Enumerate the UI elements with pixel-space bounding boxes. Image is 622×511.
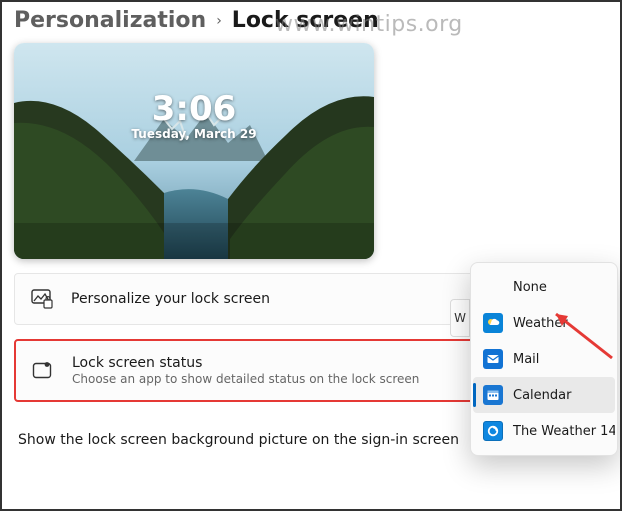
calendar-icon	[483, 385, 503, 405]
flyout-item-label: Mail	[513, 352, 539, 367]
lockscreen-preview: 3:06 Tuesday, March 29	[14, 43, 374, 259]
status-frame-icon	[32, 360, 54, 382]
status-app-selector-peek[interactable]: W	[450, 299, 470, 337]
flyout-item-none[interactable]: None	[473, 269, 615, 305]
preview-time: 3:06	[14, 89, 374, 129]
flyout-item-mail[interactable]: Mail	[473, 341, 615, 377]
picture-lock-icon	[31, 288, 53, 310]
blank-icon	[483, 277, 503, 297]
status-app-flyout[interactable]: None Weather Mail Calendar The Weather 1…	[470, 262, 618, 456]
breadcrumb-parent[interactable]: Personalization	[14, 8, 206, 33]
mail-icon	[483, 349, 503, 369]
preview-date: Tuesday, March 29	[14, 127, 374, 141]
flyout-item-calendar[interactable]: Calendar	[473, 377, 615, 413]
flyout-item-label: Calendar	[513, 388, 571, 403]
flyout-item-weather14[interactable]: The Weather 14 day	[473, 413, 615, 449]
weather14-icon	[483, 421, 503, 441]
flyout-item-weather[interactable]: Weather	[473, 305, 615, 341]
flyout-item-label: The Weather 14 day	[513, 424, 615, 439]
weather-icon	[483, 313, 503, 333]
chevron-right-icon: ›	[216, 13, 222, 29]
signin-background-label: Show the lock screen background picture …	[18, 432, 500, 448]
flyout-item-label: Weather	[513, 316, 568, 331]
flyout-item-label: None	[513, 280, 547, 295]
watermark-text: www.wintips.org	[275, 12, 463, 37]
